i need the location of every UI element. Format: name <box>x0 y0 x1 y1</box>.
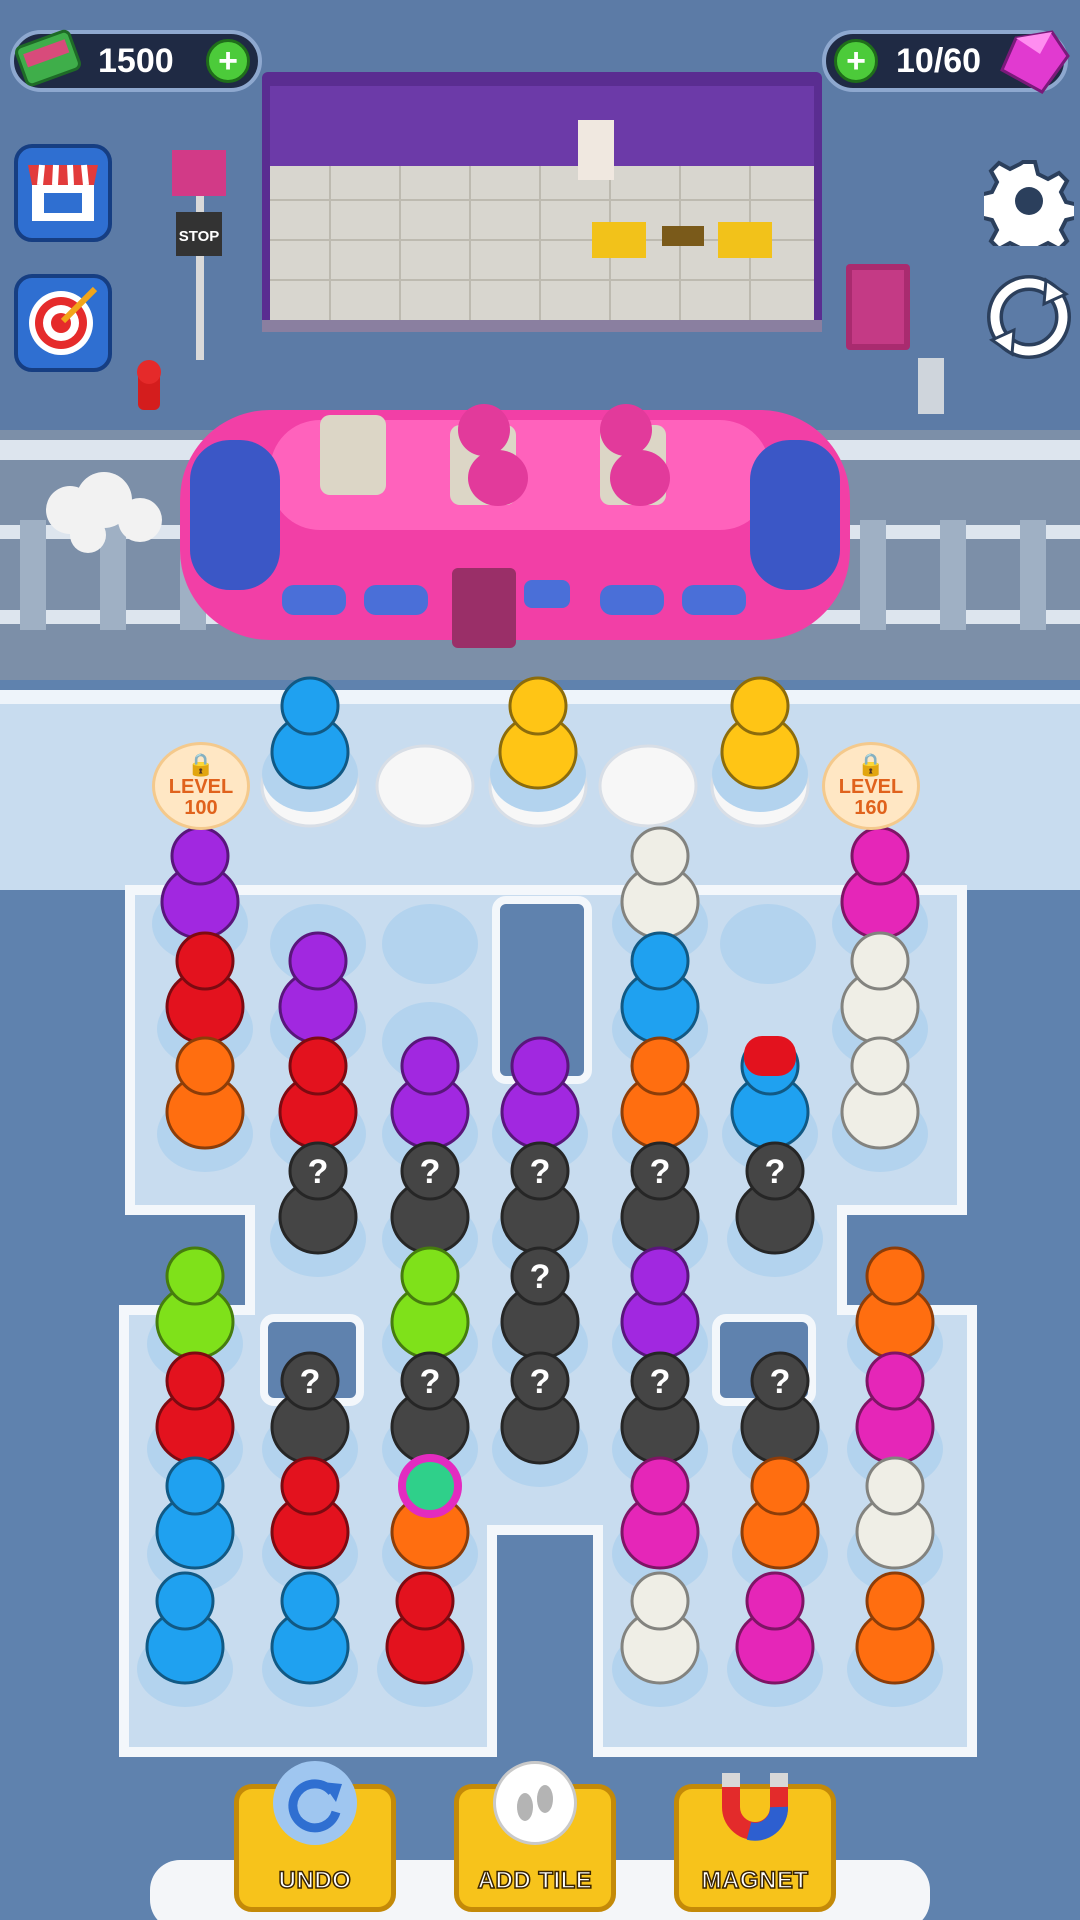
shop-icon <box>24 155 102 232</box>
lock-level-value: 100 <box>184 796 218 819</box>
target-icon <box>23 281 103 366</box>
lock-level-label: LEVEL <box>838 775 904 798</box>
undo-button[interactable]: UNDO <box>234 1761 396 1912</box>
add-cash-button[interactable]: + <box>206 39 250 83</box>
question-mark-icon: ? <box>420 1153 441 1191</box>
cash-amount: 1500 <box>98 41 174 80</box>
magnet-label: MAGNET <box>701 1866 809 1895</box>
fire-hydrant <box>137 360 161 410</box>
lock-icon: 🔒 <box>857 752 885 778</box>
magnet-icon <box>713 1761 797 1845</box>
lock-level-value: 160 <box>854 796 888 819</box>
station-building <box>262 72 822 332</box>
locked-slot-level-100[interactable]: 🔒 LEVEL 100 <box>152 742 250 830</box>
question-mark-icon: ? <box>308 1153 329 1191</box>
gem-progress: 10/60 <box>896 41 982 80</box>
restart-icon <box>986 275 1072 364</box>
footprints-icon <box>493 1761 577 1845</box>
question-mark-icon: ? <box>530 1363 551 1401</box>
add-gems-button[interactable]: + <box>834 39 878 83</box>
rainbow-ball-icon <box>398 1454 462 1518</box>
question-mark-icon: ? <box>770 1363 791 1401</box>
question-mark-icon: ? <box>650 1363 671 1401</box>
target-button[interactable] <box>14 274 112 372</box>
magnet-button[interactable]: MAGNET <box>674 1773 836 1912</box>
red-cap-icon <box>744 1036 796 1076</box>
cash-counter: 1500 + <box>10 29 262 92</box>
stop-sign-text: STOP <box>179 228 220 245</box>
pink-train <box>180 404 850 648</box>
restart-button[interactable] <box>986 274 1072 360</box>
question-mark-icon: ? <box>420 1363 441 1401</box>
cash-icon <box>12 24 84 94</box>
add-tile-button[interactable]: ADD TILE <box>454 1761 616 1912</box>
plus-icon: + <box>846 42 866 80</box>
shop-button[interactable] <box>14 144 112 242</box>
add-tile-label: ADD TILE <box>477 1866 593 1895</box>
question-mark-icon: ? <box>765 1153 786 1191</box>
undo-icon <box>273 1761 357 1845</box>
plus-icon: + <box>218 42 238 80</box>
settings-icon <box>978 160 1080 262</box>
locked-slot-level-160[interactable]: 🔒 LEVEL 160 <box>822 742 920 830</box>
settings-button[interactable] <box>978 156 1080 262</box>
question-mark-icon: ? <box>650 1153 671 1191</box>
undo-label: UNDO <box>278 1866 352 1895</box>
question-mark-icon: ? <box>530 1153 551 1191</box>
question-mark-icon: ? <box>300 1363 321 1401</box>
lock-level-label: LEVEL <box>168 775 234 798</box>
question-mark-icon: ? <box>530 1258 551 1296</box>
gem-counter: + 10/60 <box>822 30 1070 94</box>
lock-icon: 🔒 <box>187 752 215 778</box>
gem-icon <box>996 22 1072 98</box>
